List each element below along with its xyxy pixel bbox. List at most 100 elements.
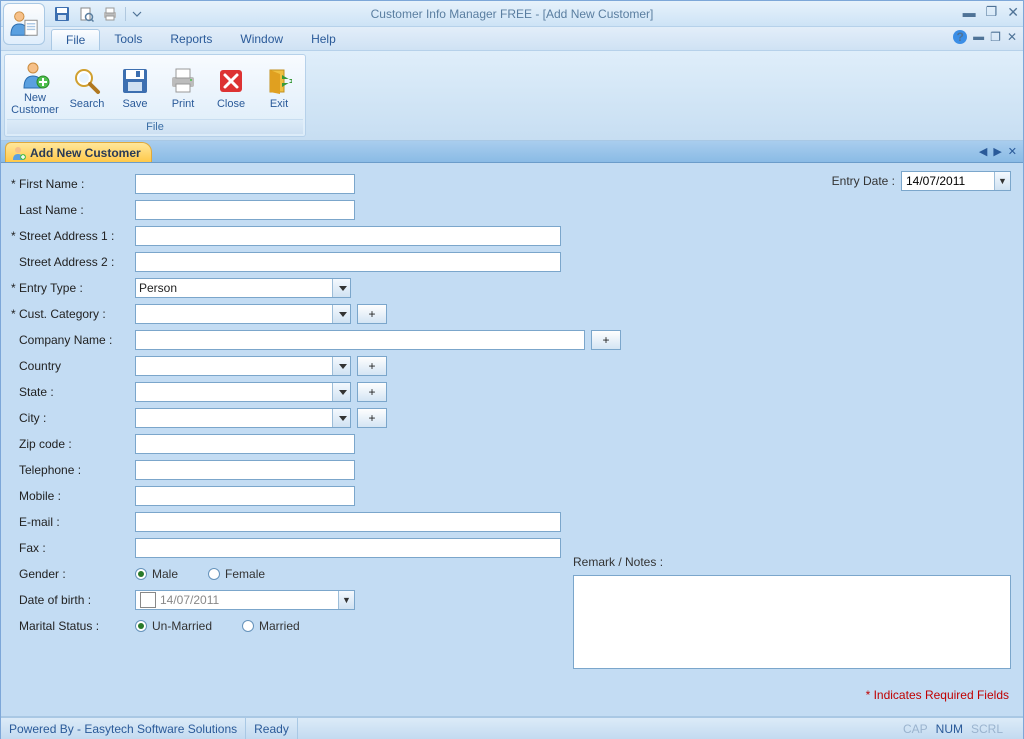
status-num: NUM [936, 722, 963, 736]
close-button[interactable]: ✕ [1007, 4, 1019, 21]
dob-value: 14/07/2011 [160, 593, 338, 607]
gender-male-radio[interactable]: Male [135, 567, 178, 581]
status-ready: Ready [246, 718, 298, 739]
ribbon-close-button[interactable]: Close [207, 57, 255, 119]
ribbon: New Customer Search Save Print [1, 51, 1023, 141]
city-select[interactable] [135, 408, 351, 428]
dropdown-icon: ▼ [994, 172, 1010, 190]
status-powered-by: Powered By - Easytech Software Solutions [1, 718, 246, 739]
zip-label: Zip code : [19, 437, 72, 451]
ribbon-new-customer-button[interactable]: New Customer [7, 57, 63, 119]
exit-icon [264, 66, 294, 96]
application-button[interactable] [3, 3, 45, 45]
first-name-label: First Name : [19, 177, 84, 191]
cust-category-select[interactable] [135, 304, 351, 324]
add-city-button[interactable]: + [357, 408, 387, 428]
quick-access-toolbar [53, 5, 142, 23]
menu-tools[interactable]: Tools [100, 27, 156, 50]
dropdown-icon [332, 279, 350, 297]
dob-label: Date of birth : [19, 593, 91, 607]
status-scrl: SCRL [971, 722, 1003, 736]
mdi-restore-button[interactable]: ❐ [990, 30, 1001, 44]
qat-print-preview-icon[interactable] [77, 6, 95, 22]
city-label: City : [19, 411, 46, 425]
ribbon-print-button[interactable]: Print [159, 57, 207, 119]
gender-label: Gender : [19, 567, 66, 581]
dob-enable-checkbox[interactable] [140, 592, 156, 608]
entry-type-select[interactable] [135, 278, 351, 298]
add-company-button[interactable]: + [591, 330, 621, 350]
ribbon-search-button[interactable]: Search [63, 57, 111, 119]
fax-input[interactable] [135, 538, 561, 558]
close-icon [216, 66, 246, 96]
ribbon-group-label: File [7, 119, 303, 134]
window-title: Customer Info Manager FREE - [Add New Cu… [1, 7, 1023, 21]
mdi-minimize-button[interactable]: ▬ [973, 31, 984, 43]
remark-label: Remark / Notes : [573, 555, 1011, 569]
street2-input[interactable] [135, 252, 561, 272]
new-customer-icon [20, 60, 50, 90]
cust-category-label: Cust. Category : [19, 307, 106, 321]
first-name-input[interactable] [135, 174, 355, 194]
add-cust-category-button[interactable]: + [357, 304, 387, 324]
menu-file[interactable]: File [51, 29, 100, 50]
entry-date-block: Entry Date : 14/07/2011 ▼ [832, 171, 1011, 191]
qat-print-icon[interactable] [101, 6, 119, 22]
save-icon [120, 66, 150, 96]
entry-date-value: 14/07/2011 [902, 174, 994, 188]
last-name-input[interactable] [135, 200, 355, 220]
tab-add-new-customer[interactable]: Add New Customer [5, 142, 152, 162]
dropdown-icon: ▼ [338, 591, 354, 609]
marital-married-radio[interactable]: Married [242, 619, 300, 633]
state-select[interactable] [135, 382, 351, 402]
dropdown-icon [332, 357, 350, 375]
entry-date-picker[interactable]: 14/07/2011 ▼ [901, 171, 1011, 191]
add-country-button[interactable]: + [357, 356, 387, 376]
street1-label: Street Address 1 : [19, 229, 114, 243]
add-state-button[interactable]: + [357, 382, 387, 402]
dob-picker[interactable]: 14/07/2011 ▼ [135, 590, 355, 610]
ribbon-close-label: Close [217, 98, 245, 110]
ribbon-save-label: Save [122, 98, 147, 110]
mobile-input[interactable] [135, 486, 355, 506]
menu-window[interactable]: Window [226, 27, 297, 50]
tab-close-button[interactable]: ✕ [1008, 145, 1017, 158]
required-fields-note: * Indicates Required Fields [866, 688, 1009, 702]
qat-save-icon[interactable] [53, 6, 71, 22]
menu-bar: File Tools Reports Window Help ? ▬ ❐ ✕ [1, 27, 1023, 51]
zip-input[interactable] [135, 434, 355, 454]
ribbon-exit-button[interactable]: Exit [255, 57, 303, 119]
help-icon[interactable]: ? [953, 30, 967, 44]
company-name-input[interactable] [135, 330, 585, 350]
gender-female-radio[interactable]: Female [208, 567, 265, 581]
window-controls: ▬ ❐ ✕ [963, 1, 1019, 23]
menu-reports[interactable]: Reports [156, 27, 226, 50]
menu-help[interactable]: Help [297, 27, 350, 50]
ribbon-exit-label: Exit [270, 98, 288, 110]
qat-customize-icon[interactable] [132, 6, 142, 22]
mdi-close-button[interactable]: ✕ [1007, 30, 1017, 44]
fax-label: Fax : [19, 541, 46, 555]
tab-next-button[interactable]: ▶ [993, 145, 1001, 158]
country-select[interactable] [135, 356, 351, 376]
qat-separator [125, 7, 126, 21]
street1-input[interactable] [135, 226, 561, 246]
remark-textarea[interactable] [573, 575, 1011, 669]
ribbon-group-file: New Customer Search Save Print [4, 54, 306, 137]
email-label: E-mail : [19, 515, 60, 529]
telephone-input[interactable] [135, 460, 355, 480]
document-tab-bar: Add New Customer ◀ ▶ ✕ [1, 141, 1023, 163]
ribbon-new-customer-label: New Customer [9, 92, 61, 116]
status-caps: CAP [903, 722, 928, 736]
country-label: Country [19, 359, 61, 373]
minimize-button[interactable]: ▬ [963, 5, 976, 20]
maximize-button[interactable]: ❐ [986, 4, 998, 20]
entry-date-label: Entry Date : [832, 174, 895, 188]
tab-nav-controls: ◀ ▶ ✕ [979, 145, 1017, 158]
ribbon-save-button[interactable]: Save [111, 57, 159, 119]
marital-unmarried-radio[interactable]: Un-Married [135, 619, 212, 633]
ribbon-search-label: Search [70, 98, 105, 110]
telephone-label: Telephone : [19, 463, 81, 477]
email-input[interactable] [135, 512, 561, 532]
tab-prev-button[interactable]: ◀ [979, 145, 987, 158]
